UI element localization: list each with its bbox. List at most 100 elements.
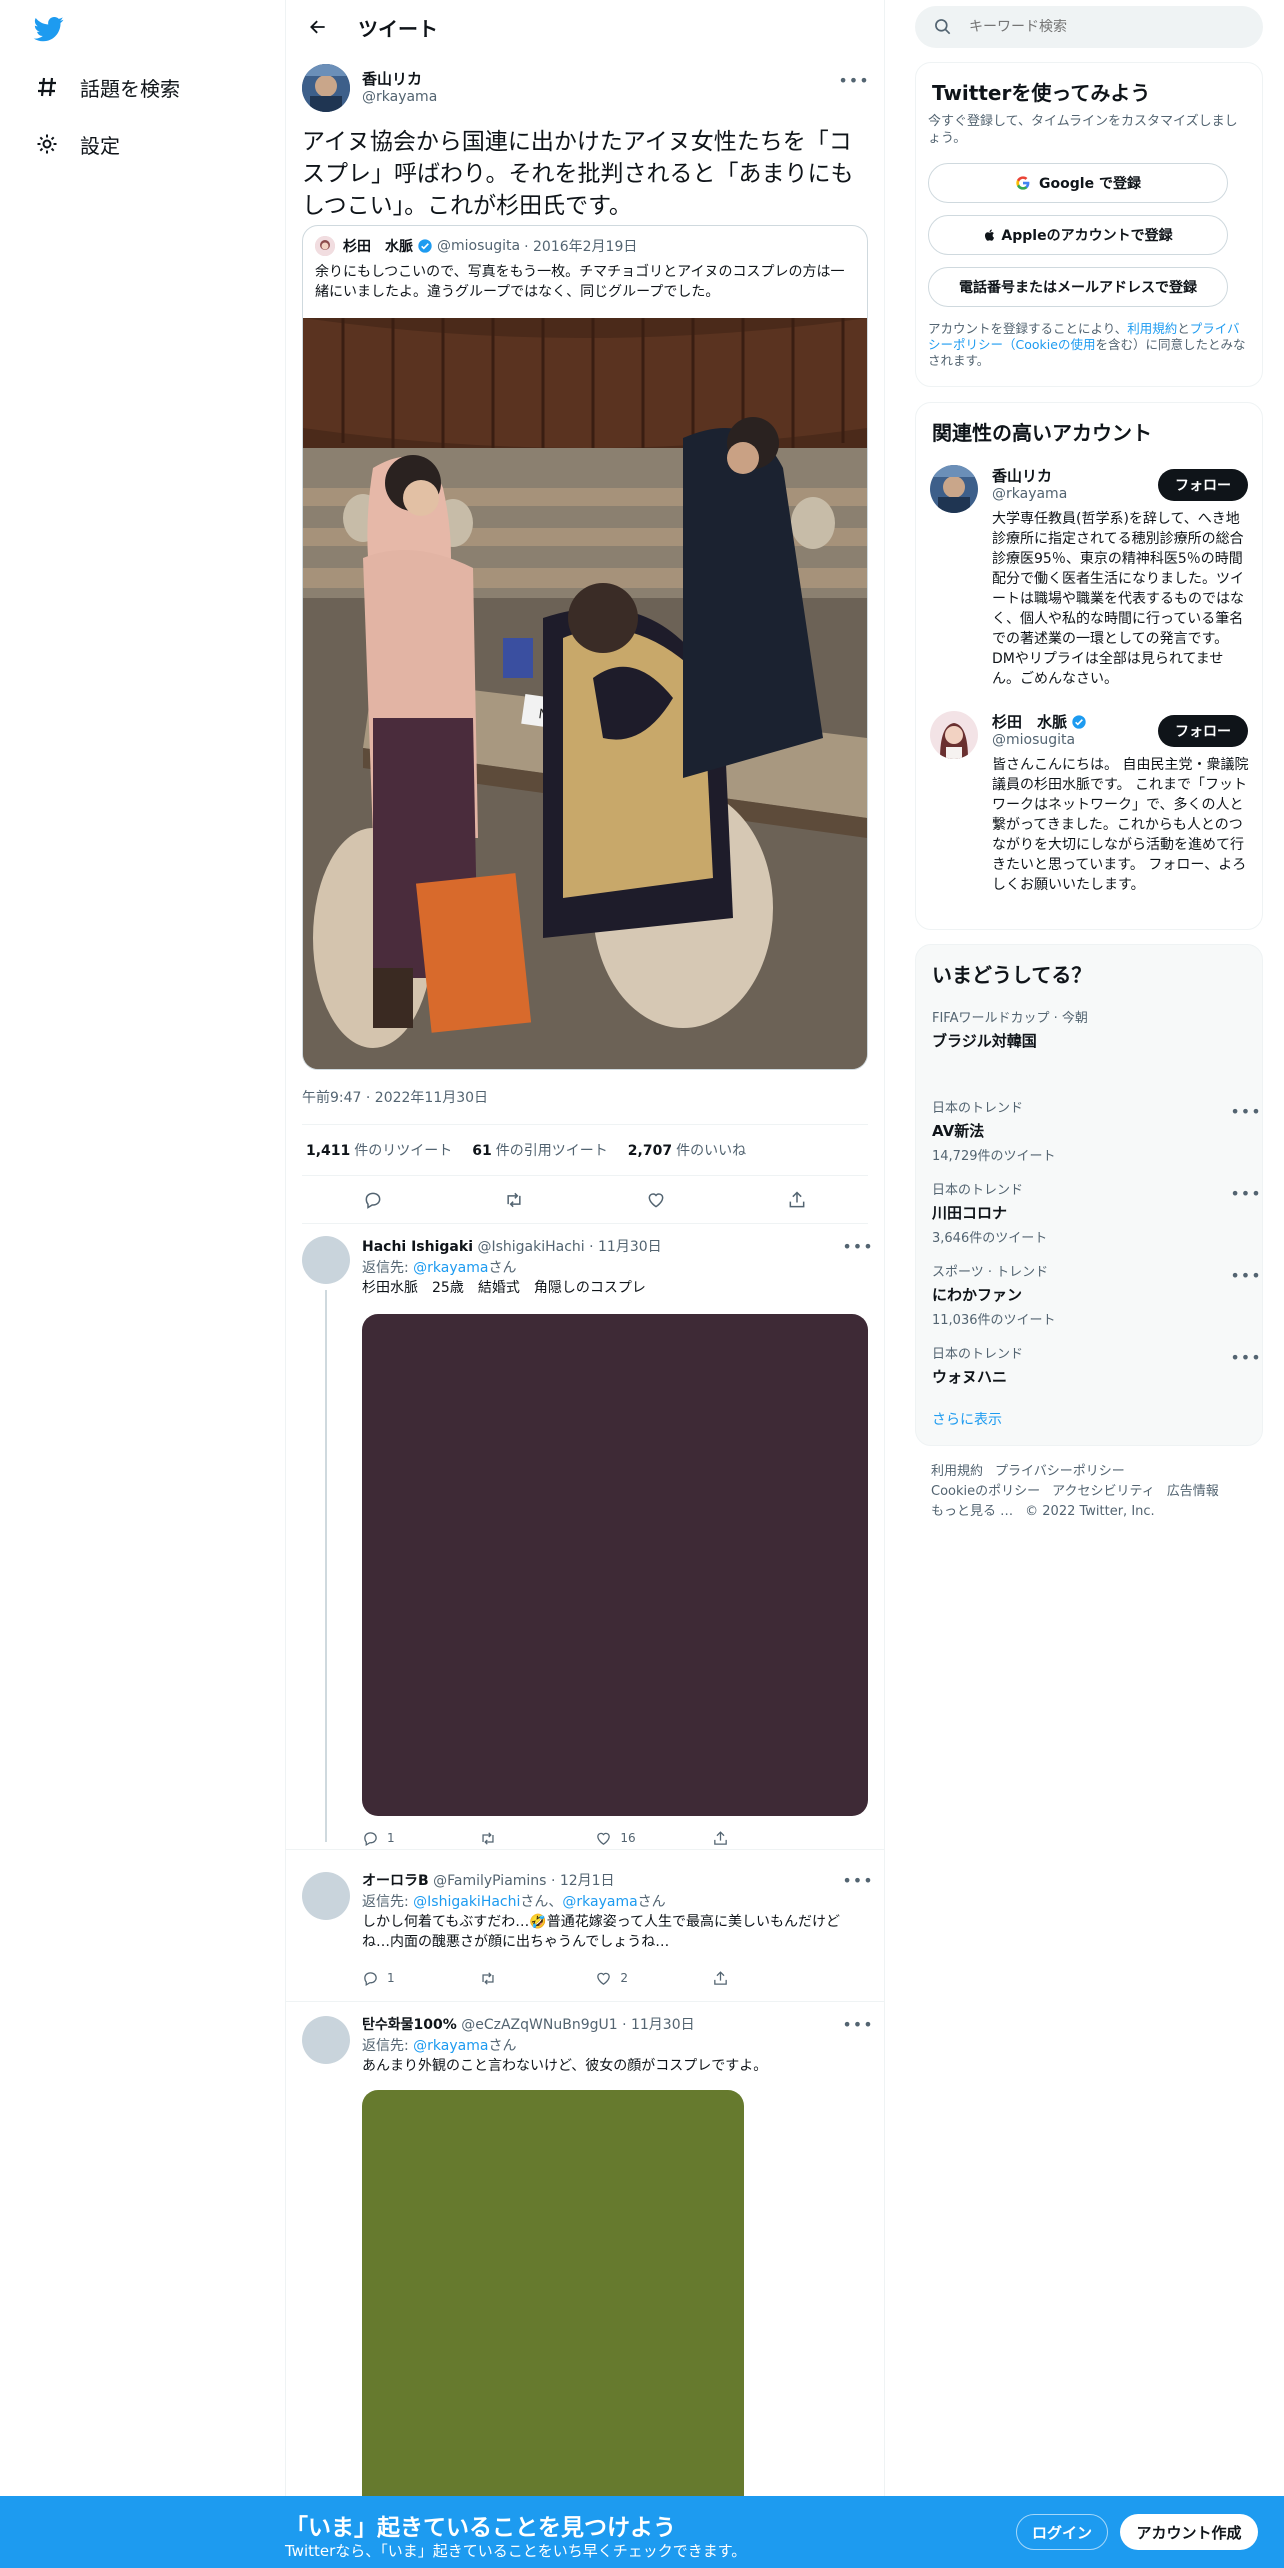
search-icon [933, 17, 953, 37]
avatar[interactable] [302, 2016, 350, 2064]
avatar[interactable] [302, 1872, 350, 1920]
retweet-icon [482, 1831, 494, 1845]
reply-author-handle[interactable]: @IshigakiHachi [477, 1239, 584, 1255]
likes-stat[interactable]: 2,707 件のいいね [628, 1140, 746, 1160]
search-input[interactable] [969, 19, 1229, 35]
more-icon[interactable]: ••• [1230, 1345, 1260, 1369]
apple-signup-button[interactable]: Appleのアカウントで登録 [928, 215, 1228, 255]
like-button[interactable]: 2 [595, 1966, 675, 1990]
quotes-stat[interactable]: 61 件の引用ツイート [472, 1140, 607, 1160]
trend-item[interactable]: FIFAワールドカップ · 今朝 ブラジル対韓国 [932, 1007, 1252, 1051]
search-bar[interactable] [915, 6, 1263, 48]
related-account-handle[interactable]: @rkayama [992, 486, 1067, 502]
retweet-icon[interactable] [497, 1183, 531, 1217]
reply-author-name[interactable]: 탄수화물100% [362, 2017, 457, 2033]
signup-button[interactable]: アカウント作成 [1120, 2514, 1258, 2550]
retweet-button[interactable] [479, 1826, 559, 1850]
reply-to-prefix: 返信先: [362, 1894, 414, 1910]
follow-button[interactable]: フォロー [1158, 715, 1248, 747]
footer-ads-link[interactable]: 広告情報 [1167, 1484, 1219, 1499]
reply-author-name[interactable]: オーロラB [362, 1873, 429, 1889]
trend-item[interactable]: 日本のトレンド AV新法 14,729件のツイート ••• [932, 1097, 1261, 1164]
show-more-link[interactable]: さらに表示 [932, 1409, 1002, 1429]
footer-accessibility-link[interactable]: アクセシビリティ [1052, 1484, 1155, 1499]
footer-privacy-link[interactable]: プライバシーポリシー [995, 1464, 1125, 1479]
retweets-count: 1,411 [306, 1143, 351, 1159]
reply-media[interactable] [362, 1314, 868, 1816]
more-icon[interactable]: ••• [842, 1234, 872, 1258]
retweet-button[interactable] [479, 1966, 559, 1990]
like-icon[interactable] [639, 1183, 673, 1217]
reply-to: 返信先: @IshigakiHachiさん、@rkayamaさん [362, 1891, 666, 1911]
google-signup-button[interactable]: Google で登録 [928, 163, 1228, 203]
reply-item[interactable]: 탄수화물100% @eCzAZqWNuBn9gU1 · 11月30日 ••• 返… [286, 2002, 884, 2568]
share-icon [714, 1970, 727, 1985]
tweet-timestamp[interactable]: 午前9:47 · 2022年11月30日 [302, 1087, 488, 1107]
reply-item[interactable]: オーロラB @FamilyPiamins · 12月1日 ••• 返信先: @I… [286, 1858, 884, 2002]
back-arrow-icon[interactable] [300, 9, 336, 45]
reply-to-link-2[interactable]: @rkayama [562, 1894, 637, 1910]
avatar[interactable] [302, 1236, 350, 1284]
reply-author-name[interactable]: Hachi Ishigaki [362, 1239, 473, 1255]
quoted-tweet[interactable]: 杉田 水脈 @miosugita · 2016年2月19日 余りにもしつこいので… [302, 225, 868, 1070]
terms-link[interactable]: 利用規約 [1127, 321, 1177, 336]
reply-date[interactable]: · 12月1日 [551, 1873, 615, 1889]
trend-item[interactable]: スポーツ · トレンド にわかファン 11,036件のツイート ••• [932, 1261, 1261, 1328]
share-button[interactable] [712, 1966, 792, 1990]
reply-to-suffix: さん [488, 1260, 517, 1276]
footer-more-link[interactable]: もっと見る … [931, 1504, 1013, 1519]
more-icon[interactable]: ••• [1230, 1099, 1260, 1123]
more-icon[interactable]: ••• [842, 2012, 872, 2036]
reply-date[interactable]: · 11月30日 [622, 2017, 695, 2033]
phone-email-signup-button[interactable]: 電話番号またはメールアドレスで登録 [928, 267, 1228, 307]
like-icon [597, 1832, 611, 1845]
author-name[interactable]: 香山リカ [362, 68, 422, 89]
related-account-name[interactable]: 香山リカ [992, 465, 1052, 486]
footer-links: 利用規約 プライバシーポリシー Cookieのポリシー アクセシビリティ 広告情報 も… [931, 1462, 1231, 1522]
reply-icon[interactable] [356, 1183, 390, 1217]
reply-button[interactable]: 1 [362, 1966, 442, 1990]
more-icon[interactable]: ••• [1230, 1181, 1260, 1205]
trend-name: ウォヌハニ [932, 1368, 1008, 1386]
trends-card: いまどうしてる？ FIFAワールドカップ · 今朝 ブラジル対韓国 日本のトレン… [915, 944, 1263, 1446]
reply-author-handle[interactable]: @eCzAZqWNuBn9gU1 [461, 2017, 617, 2033]
reply-to-link[interactable]: @rkayama [413, 2038, 488, 2054]
nav-explore[interactable]: 話題を検索 [34, 67, 180, 107]
twitter-logo-icon[interactable] [32, 14, 66, 44]
avatar[interactable] [930, 465, 978, 513]
trend-item[interactable]: 日本のトレンド ウォヌハニ ••• [932, 1343, 1261, 1387]
reply-button[interactable]: 1 [362, 1826, 442, 1850]
trend-item[interactable]: 日本のトレンド 川田コロナ 3,646件のツイート ••• [932, 1179, 1261, 1246]
share-button[interactable] [712, 1826, 792, 1850]
more-icon[interactable]: ••• [838, 68, 868, 92]
trend-context: スポーツ · トレンド [932, 1265, 1049, 1280]
like-button[interactable]: 16 [595, 1826, 675, 1850]
reply-to-link[interactable]: @rkayama [413, 1260, 488, 1276]
like-count: 2 [620, 1971, 628, 1985]
login-button[interactable]: ログイン [1016, 2514, 1108, 2550]
related-account-name[interactable]: 杉田 水脈 [992, 711, 1067, 732]
cookie-link[interactable]: （Cookieの使用 [1003, 337, 1095, 352]
retweets-stat[interactable]: 1,411 件のリツイート [306, 1140, 452, 1160]
follow-button[interactable]: フォロー [1158, 469, 1248, 501]
quoted-photo[interactable]: NGO [303, 318, 867, 1069]
more-icon[interactable]: ••• [842, 1868, 872, 1892]
nav-settings[interactable]: 設定 [34, 124, 120, 164]
reply-date[interactable]: · 11月30日 [589, 1239, 662, 1255]
bottom-bar-subtext: Twitterなら、「いま」起きていることをいち早くチェックできます。 [285, 2542, 747, 2560]
avatar[interactable] [302, 64, 350, 112]
footer-cookie-link[interactable]: Cookieのポリシー [931, 1484, 1040, 1499]
author-handle[interactable]: @rkayama [362, 89, 437, 105]
reply-to-link[interactable]: @IshigakiHachi [413, 1894, 520, 1910]
trend-name: AV新法 [932, 1122, 985, 1140]
share-icon[interactable] [780, 1183, 814, 1217]
related-account-handle[interactable]: @miosugita [992, 732, 1075, 748]
reply-author-handle[interactable]: @FamilyPiamins [433, 1873, 546, 1889]
avatar[interactable] [930, 711, 978, 759]
reply-item[interactable]: Hachi Ishigaki @IshigakiHachi · 11月30日 •… [286, 1224, 884, 1850]
related-account-name-row: 杉田 水脈 [992, 711, 1087, 732]
footer-terms-link[interactable]: 利用規約 [931, 1464, 983, 1479]
trend-context: 日本のトレンド [932, 1101, 1024, 1116]
reply-header: オーロラB @FamilyPiamins · 12月1日 [362, 1870, 615, 1890]
more-icon[interactable]: ••• [1230, 1263, 1260, 1287]
